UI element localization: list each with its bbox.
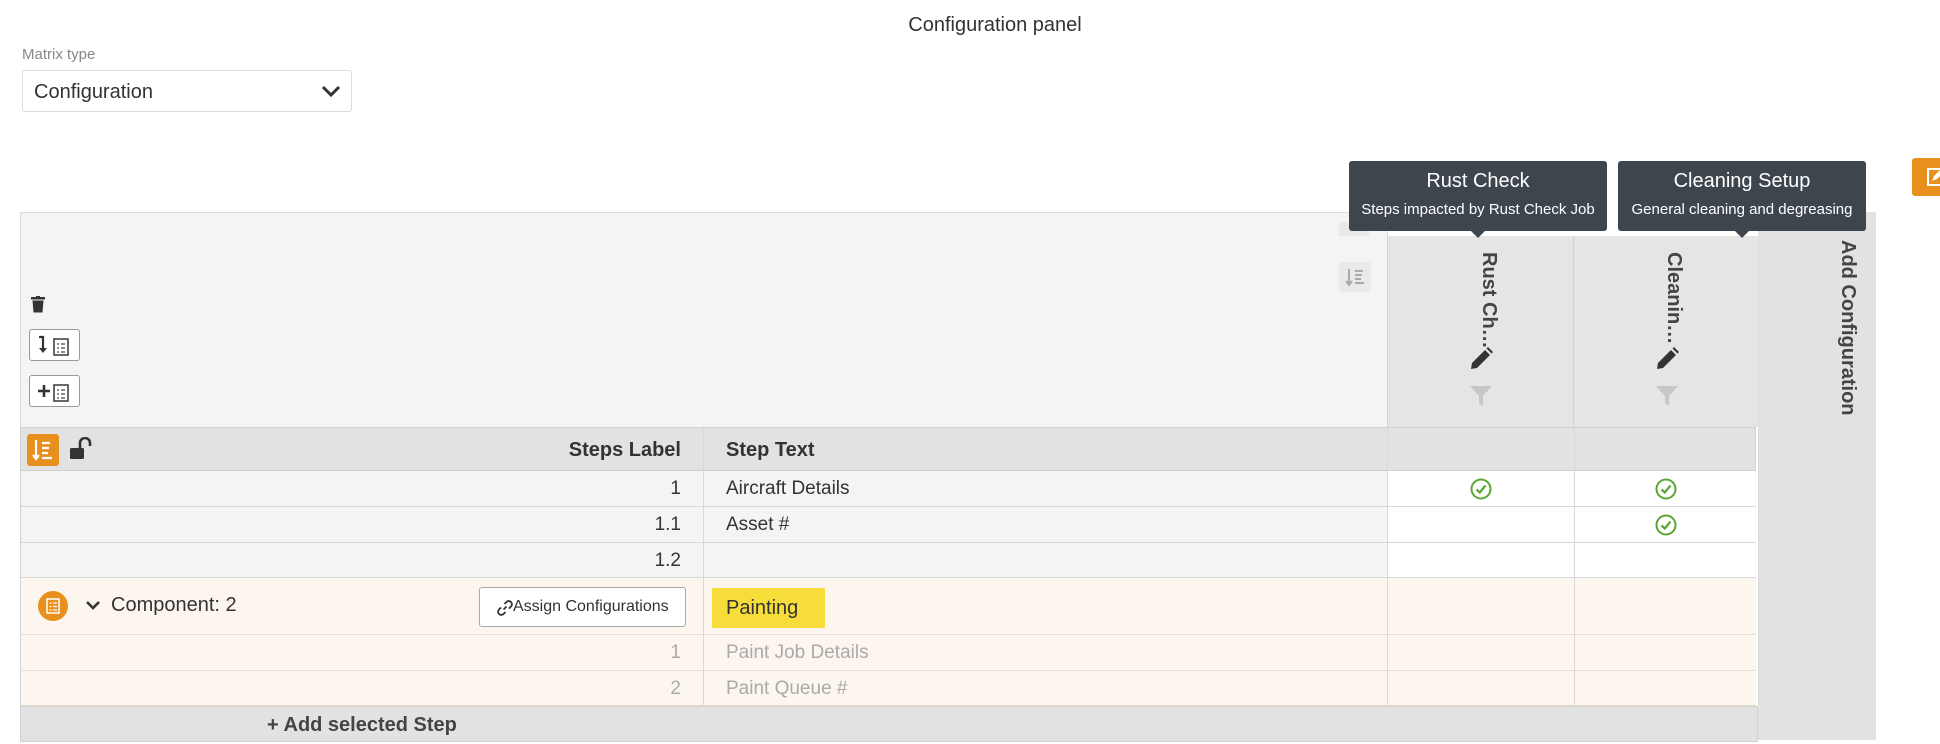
assign-configurations-label: Assign Configurations — [513, 598, 669, 615]
tooltip-subtitle: General cleaning and degreasing — [1631, 201, 1853, 218]
matrix-type-label: Matrix type — [22, 46, 96, 63]
table-row[interactable]: 1 Aircraft Details — [20, 471, 1759, 507]
assign-configurations-button[interactable]: Assign Configurations — [479, 587, 686, 627]
matrix-cell[interactable] — [1388, 543, 1575, 577]
component-icon — [38, 591, 68, 621]
steps-label-header: Steps Label — [568, 439, 681, 461]
matrix-cell[interactable] — [1575, 635, 1759, 670]
highlighted-step-text: Painting — [712, 588, 825, 628]
add-step-footer: + Add selected Step — [20, 706, 1758, 742]
edit-button[interactable] — [1912, 158, 1940, 196]
check-circle-icon — [1655, 514, 1677, 536]
unlock-icon[interactable] — [68, 437, 96, 461]
tooltip-title: Cleaning Setup — [1673, 170, 1811, 192]
sort-icon — [32, 440, 52, 461]
tooltip-rust-check: Rust Check Steps impacted by Rust Check … — [1349, 161, 1607, 238]
insert-step-icon — [39, 335, 69, 356]
filter-icon[interactable] — [1469, 384, 1493, 408]
table-row[interactable]: 1.1 Asset # — [20, 507, 1759, 543]
add-step-icon — [38, 384, 69, 402]
sort-button[interactable] — [27, 434, 59, 466]
link-icon — [497, 600, 513, 616]
matrix-cell[interactable] — [1388, 635, 1575, 670]
matrix-cell[interactable] — [1575, 471, 1759, 506]
step-label: 1.1 — [654, 514, 681, 535]
step-text-header: Step Text — [726, 439, 815, 461]
chevron-down-icon — [321, 85, 341, 98]
sort-icon-faded[interactable] — [1339, 262, 1371, 292]
component-row[interactable]: Component: 2 Assign Configurations Paint… — [20, 578, 1759, 635]
matrix-type-value: Configuration — [34, 81, 153, 103]
component-step-text: Painting — [726, 597, 799, 619]
table-row[interactable]: 1 Paint Job Details — [20, 635, 1759, 671]
pencil-icon[interactable] — [1468, 346, 1494, 372]
add-configuration-column[interactable]: Add Configuration — [1758, 212, 1876, 740]
table-row[interactable]: 2 Paint Queue # — [20, 671, 1759, 706]
step-text: Paint Queue # — [726, 678, 848, 699]
tooltip-subtitle: Steps impacted by Rust Check Job — [1361, 201, 1595, 218]
pencil-icon[interactable] — [1654, 346, 1680, 372]
tooltip-title: Rust Check — [1426, 170, 1530, 192]
check-circle-icon — [1655, 478, 1677, 500]
table-row[interactable]: 1.2 — [20, 543, 1759, 578]
matrix-cell[interactable] — [1388, 671, 1575, 705]
matrix-cell[interactable] — [1575, 578, 1759, 634]
matrix-cell[interactable] — [1575, 671, 1759, 705]
column-header-cleaning-setup[interactable]: Cleanin… — [1573, 236, 1758, 427]
chevron-down-icon[interactable] — [85, 599, 101, 611]
matrix-cell[interactable] — [1388, 471, 1575, 506]
matrix-cell[interactable] — [1575, 543, 1759, 577]
tooltip-cleaning-setup: Cleaning Setup General cleaning and degr… — [1618, 161, 1866, 238]
matrix-cell[interactable] — [1388, 507, 1575, 542]
step-label: 1 — [670, 478, 681, 499]
component-name: Component: 2 — [111, 594, 237, 616]
edit-icon — [1927, 168, 1940, 186]
insert-step-button[interactable] — [29, 329, 80, 361]
step-text: Asset # — [726, 514, 790, 535]
add-selected-step-button[interactable]: + Add selected Step — [267, 714, 457, 737]
step-text: Aircraft Details — [726, 478, 850, 499]
column-label: Rust Ch… — [1478, 252, 1500, 349]
matrix-header-area — [20, 212, 1388, 427]
step-label: 1 — [670, 642, 681, 663]
trash-icon[interactable] — [31, 296, 45, 313]
table-header-row: Steps Label Step Text — [20, 427, 1759, 471]
matrix-cell[interactable] — [1575, 507, 1759, 542]
filter-icon[interactable] — [1655, 384, 1679, 408]
step-text: Paint Job Details — [726, 642, 869, 663]
step-label: 2 — [670, 678, 681, 699]
step-label: 1.2 — [654, 550, 681, 571]
add-step-button[interactable] — [29, 375, 80, 407]
column-header-rust-check[interactable]: Rust Ch… — [1387, 236, 1574, 427]
matrix-cell[interactable] — [1388, 578, 1575, 634]
matrix-type-select[interactable]: Configuration — [22, 70, 352, 112]
check-circle-icon — [1470, 478, 1492, 500]
add-configuration-label: Add Configuration — [1837, 240, 1859, 416]
column-label: Cleanin… — [1663, 252, 1685, 345]
page-title: Configuration panel — [908, 14, 1082, 36]
